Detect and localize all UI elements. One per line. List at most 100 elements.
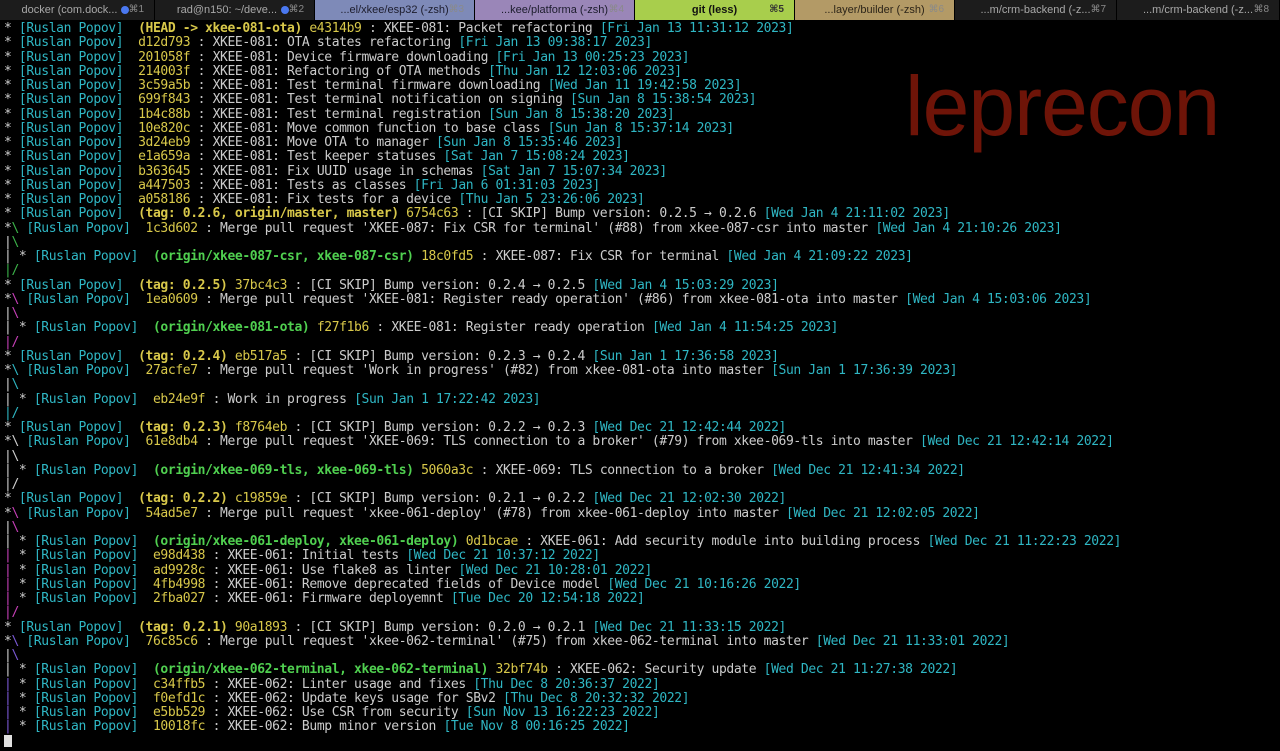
- graph-segment: [11, 463, 18, 478]
- tab-1[interactable]: docker (com.dock... ⌘1: [0, 0, 155, 20]
- commit-hash: 90a1893: [234, 619, 288, 635]
- commit-refs: (origin/xkee-062-terminal, xkee-062-term…: [152, 662, 489, 678]
- graph-segment: [26, 591, 33, 606]
- graph-segment: \: [11, 633, 19, 649]
- commit-author: [Ruslan Popov]: [18, 163, 124, 179]
- graph-segment: /: [11, 334, 19, 350]
- commit-date: [Sun Jan 1 17:36:58 2023]: [592, 348, 779, 364]
- log-line: * [Ruslan Popov] a058186 : XKEE-081: Fix…: [4, 192, 645, 207]
- commit-hash: e98d438: [152, 548, 206, 564]
- log-line: | * [Ruslan Popov] (origin/xkee-069-tls,…: [4, 462, 965, 478]
- watermark-logo: leprecon: [905, 59, 1220, 153]
- commit-author: [Ruslan Popov]: [18, 619, 124, 635]
- graph-segment: [11, 662, 18, 677]
- commit-author: [Ruslan Popov]: [33, 591, 139, 606]
- tab-8[interactable]: ...m/crm-backend (-z... ⌘8: [1117, 0, 1280, 20]
- commit-date: [Sat Jan 7 15:08:24 2023]: [443, 149, 630, 165]
- commit-author: [Ruslan Popov]: [18, 135, 124, 150]
- graph-line: |/: [4, 264, 1280, 278]
- commit-author: [Ruslan Popov]: [33, 562, 139, 578]
- commit-hash: c34ffb5: [152, 676, 206, 692]
- log-line: * [Ruslan Popov] (tag: 0.2.3) f8764eb : …: [4, 420, 786, 435]
- commit-message: XKEE-081: Fix tests for a device: [212, 192, 452, 207]
- commit-date: [Fri Jan 13 00:25:23 2023]: [495, 49, 690, 65]
- commit-hash: ad9928c: [152, 562, 206, 578]
- commit-refs: (HEAD -> xkee-081-ota): [138, 22, 302, 36]
- tab-shortcut: ⌘6: [928, 4, 944, 15]
- tab-7[interactable]: ...m/crm-backend (-z... ⌘7: [955, 0, 1117, 20]
- commit-hash: d12d793: [138, 35, 191, 51]
- graph-segment: [11, 206, 18, 221]
- commit-message: XKEE-062: Bump minor version: [227, 719, 436, 735]
- tab-5[interactable]: git (less) ⌘5: [635, 0, 795, 20]
- commit-message: XKEE-061: Initial tests: [227, 548, 399, 564]
- tab-title: git (less): [691, 4, 738, 16]
- commit-refs: (origin/xkee-087-csr, xkee-087-csr): [152, 249, 414, 264]
- commit-date: [Sun Jan 8 15:35:46 2023]: [435, 135, 623, 150]
- graph-line: |\: [4, 235, 1280, 250]
- commit-author: [Ruslan Popov]: [33, 462, 139, 478]
- commit-author: [Ruslan Popov]: [18, 177, 124, 193]
- commit-date: [Wed Dec 21 12:41:34 2022]: [771, 462, 965, 478]
- tab-title: ...el/xkee/esp32 (-zsh): [340, 4, 449, 16]
- prompt-line[interactable]: [4, 735, 1280, 749]
- commit-message: XKEE-061: Use flake8 as linter: [227, 562, 451, 578]
- commit-date: [Tue Dec 20 12:54:18 2022]: [450, 591, 645, 606]
- graph-segment: \: [11, 519, 19, 535]
- graph-segment: [11, 719, 18, 734]
- graph-segment: [11, 491, 18, 506]
- commit-hash: 0d1bcae: [465, 534, 519, 549]
- commit-hash: 5060a3c: [421, 462, 474, 478]
- commit-message: [CI SKIP] Bump version: 0.2.3 → 0.2.4: [309, 348, 585, 364]
- graph-segment: [11, 249, 18, 264]
- log-line: * [Ruslan Popov] (tag: 0.2.1) 90a1893 : …: [4, 619, 786, 635]
- commit-date: [Wed Jan 4 21:09:22 2023]: [726, 249, 913, 264]
- commit-hash: c19859e: [234, 491, 288, 507]
- commit-refs: (tag: 0.2.4): [138, 348, 228, 364]
- commit-date: [Wed Dec 21 10:28:01 2022]: [458, 562, 652, 578]
- commit-message: XKEE-062: Update keys usage for SBv2: [227, 690, 496, 706]
- commit-hash: eb517a5: [234, 348, 288, 364]
- commit-author: [Ruslan Popov]: [33, 576, 139, 592]
- commit-author: [Ruslan Popov]: [18, 35, 124, 51]
- commit-message: XKEE-081: Fix UUID usage in schemas: [212, 163, 474, 179]
- commit-hash: 10e820c: [138, 120, 191, 136]
- tab-title: docker (com.dock...: [21, 4, 118, 16]
- cursor-icon: [4, 735, 12, 747]
- tab-title: ...layer/builder (-zsh): [824, 4, 925, 16]
- log-line: | * [Ruslan Popov] (origin/xkee-081-ota)…: [4, 320, 839, 336]
- commit-message: XKEE-061: Add security module into build…: [540, 534, 921, 549]
- tab-shortcut: ⌘4: [608, 4, 624, 15]
- graph-segment: [26, 563, 33, 578]
- commit-date: [Wed Dec 21 11:33:01 2022]: [815, 633, 1010, 649]
- graph-segment: [11, 121, 18, 136]
- graph-segment: [26, 463, 33, 478]
- graph-segment: [26, 677, 33, 692]
- graph-segment: [26, 548, 33, 563]
- graph-segment: [11, 164, 18, 179]
- log-line: * [Ruslan Popov] a447503 : XKEE-081: Tes…: [4, 177, 600, 193]
- graph-segment: [11, 78, 18, 93]
- terminal-tab-bar: docker (com.dock... ⌘1 rad@n150: ~/deve...…: [0, 0, 1280, 20]
- commit-date: [Wed Dec 21 12:02:05 2022]: [785, 505, 980, 521]
- commit-message: XKEE-081: Device firmware downloading: [212, 49, 489, 65]
- commit-refs: (origin/xkee-081-ota): [152, 320, 310, 336]
- commit-author: [Ruslan Popov]: [18, 491, 124, 507]
- commit-hash: 4fb4998: [152, 576, 206, 592]
- commit-hash: 18c0fd5: [421, 249, 474, 264]
- tab-3[interactable]: ...el/xkee/esp32 (-zsh) ⌘3: [315, 0, 475, 20]
- graph-segment: [11, 135, 18, 150]
- tab-6[interactable]: ...layer/builder (-zsh) ⌘6: [795, 0, 955, 20]
- log-line: * [Ruslan Popov] (tag: 0.2.6, origin/mas…: [4, 206, 950, 222]
- graph-segment: [11, 563, 18, 578]
- graph-line: |\: [4, 648, 1280, 663]
- commit-date: [Sun Jan 8 15:37:14 2023]: [547, 120, 735, 136]
- log-line: *\ [Ruslan Popov] 1c3d602 : Merge pull r…: [4, 220, 1062, 236]
- graph-segment: [11, 534, 18, 549]
- commit-hash: e1a659a: [138, 149, 191, 165]
- commit-message: XKEE-081: Move common function to base c…: [212, 120, 541, 136]
- tab-2[interactable]: rad@n150: ~/deve... ⌘2: [155, 0, 315, 20]
- commit-hash: 27acfe7: [145, 363, 199, 378]
- commit-date: [Sun Nov 13 16:22:23 2022]: [465, 705, 660, 720]
- tab-4[interactable]: ...kee/platforma (-zsh) ⌘4: [475, 0, 635, 20]
